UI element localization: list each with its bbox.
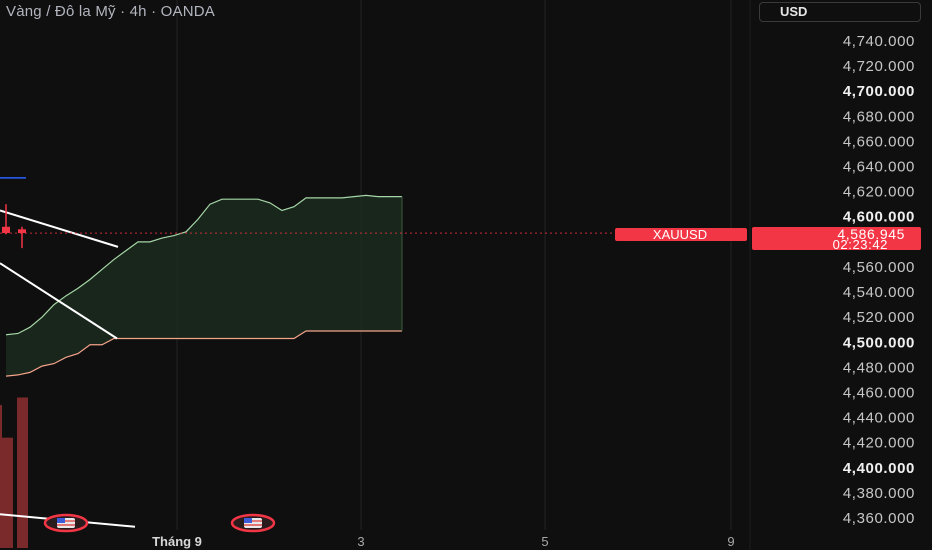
y-tick-label: 4,380.000 [843, 485, 915, 502]
y-tick-label: 4,620.000 [843, 184, 915, 201]
x-tick-label: 3 [357, 534, 364, 549]
cloud-fill [6, 195, 402, 377]
event-marker-icon [230, 513, 276, 533]
candle-body [18, 229, 26, 234]
y-tick-label: 4,520.000 [843, 309, 915, 326]
volume-bar [17, 397, 28, 548]
candle-body [2, 226, 10, 234]
symbol-tag-label: XAUUSD [653, 227, 707, 242]
y-tick-label: 4,480.000 [843, 359, 915, 376]
volume-bar [0, 405, 2, 548]
price-chart[interactable]: 4,740.000 4,720.000 4,700.000 4,680.000 4,66… [0, 0, 932, 550]
x-tick-label: 5 [541, 534, 548, 549]
y-tick-label: 4,440.000 [843, 410, 915, 427]
y-tick-label: 4,700.000 [843, 83, 915, 100]
y-tick-label: 4,600.000 [843, 209, 915, 226]
currency-button[interactable]: USD [759, 2, 921, 22]
y-tick-label: 4,740.000 [843, 33, 915, 50]
flag-canton [57, 518, 65, 523]
y-tick-label: 4,540.000 [843, 284, 915, 301]
flag-canton [244, 518, 252, 523]
y-tick-label: 4,500.000 [843, 334, 915, 351]
y-tick-label: 4,360.000 [843, 510, 915, 527]
volume-bar [2, 437, 13, 548]
y-tick-label: 4,460.000 [843, 384, 915, 401]
y-tick-label: 4,640.000 [843, 159, 915, 176]
x-tick-label: 9 [727, 534, 734, 549]
y-tick-label: 4,660.000 [843, 133, 915, 150]
y-tick-label: 4,720.000 [843, 58, 915, 75]
y-tick-label: 4,680.000 [843, 108, 915, 125]
x-tick-label: Tháng 9 [152, 534, 202, 549]
event-marker-icon [43, 513, 89, 533]
countdown-label: 02:23:42 [833, 237, 888, 252]
y-tick-label: 4,560.000 [843, 259, 915, 276]
chart-title: Vàng / Đô la Mỹ · 4h · OANDA [6, 3, 216, 20]
y-tick-label: 4,400.000 [843, 460, 915, 477]
y-tick-label: 4,420.000 [843, 435, 915, 452]
trendline [0, 209, 119, 248]
